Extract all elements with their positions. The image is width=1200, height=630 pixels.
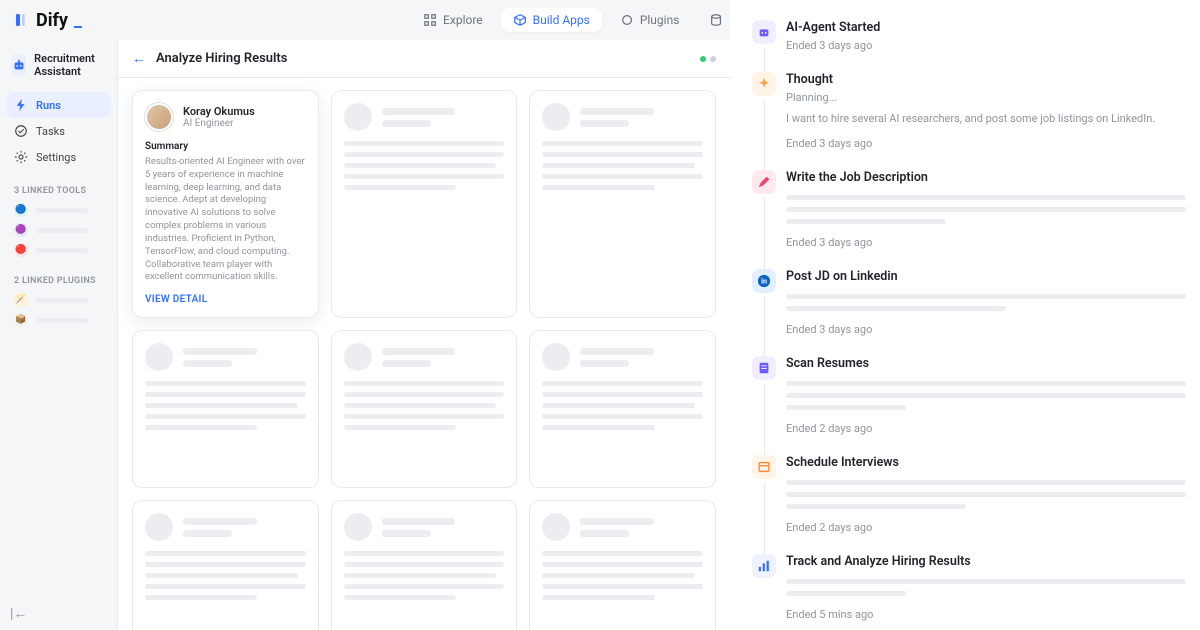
status-indicator (700, 56, 716, 62)
brand-logo[interactable]: Dify_ (14, 10, 82, 31)
linked-plugin-item[interactable]: 📦 (6, 310, 111, 330)
database-icon (709, 13, 723, 27)
nav-explore[interactable]: Explore (411, 8, 495, 32)
sidebar-runs[interactable]: Runs (6, 92, 111, 118)
linked-plugins-header: 2 LINKED PLUGINS (6, 276, 111, 290)
svg-text:in: in (761, 278, 767, 286)
pen-icon (752, 170, 776, 194)
linked-plugin-item[interactable]: 🪄 (6, 290, 111, 310)
timeline-step-schedule[interactable]: Schedule Interviews Ended 2 days ago (750, 455, 1186, 554)
tool-icon: 🟣 (14, 223, 28, 237)
timeline-step-scan-resumes[interactable]: Scan Resumes Ended 2 days ago (750, 356, 1186, 455)
candidate-role: AI Engineer (183, 118, 255, 129)
linkedin-icon: in (752, 269, 776, 293)
timeline-step-track-analyze[interactable]: Track and Analyze Hiring Results Ended 5… (750, 554, 1186, 630)
candidate-placeholder-card (132, 330, 319, 488)
candidate-name: Koray Okumus (183, 105, 255, 118)
candidate-placeholder-card (331, 330, 518, 488)
tool-icon: 🔵 (14, 203, 28, 217)
app-identity[interactable]: Recruitment Assistant (6, 46, 111, 84)
logo-icon (14, 12, 30, 28)
avatar (145, 103, 173, 131)
linked-tool-item[interactable]: 🔵 (6, 200, 111, 220)
app-name: Recruitment Assistant (34, 52, 105, 78)
chart-icon (752, 554, 776, 578)
candidate-placeholder-card (331, 90, 518, 318)
summary-label: Summary (145, 141, 306, 152)
collapse-sidebar-button[interactable]: |← (10, 605, 27, 622)
nav-plugins[interactable]: Plugins (608, 8, 692, 32)
grid-icon (423, 13, 437, 27)
candidate-placeholder-card (529, 500, 716, 630)
cube-icon (513, 13, 527, 27)
plugin-icon: 🪄 (14, 293, 28, 307)
candidate-placeholder-card (529, 330, 716, 488)
plug-icon (620, 13, 634, 27)
back-button[interactable]: ← (132, 50, 146, 67)
document-icon (752, 356, 776, 380)
candidate-placeholder-card (132, 500, 319, 630)
timeline-step-thought[interactable]: Thought Planning... I want to hire sever… (750, 72, 1186, 170)
timeline-step-write-jd[interactable]: Write the Job Description Ended 3 days a… (750, 170, 1186, 269)
robot-icon (752, 20, 776, 44)
candidate-placeholder-card (529, 90, 716, 318)
nav-build-apps[interactable]: Build Apps (501, 8, 602, 32)
plugin-icon: 📦 (14, 313, 28, 327)
brand-name: Dify (36, 10, 68, 31)
page-title: Analyze Hiring Results (156, 51, 287, 66)
gear-icon (14, 150, 28, 164)
sparkle-icon (752, 72, 776, 96)
timeline-step-agent-started[interactable]: AI-Agent Started Ended 3 days ago (750, 20, 1186, 72)
view-detail-link[interactable]: VIEW DETAIL (145, 294, 306, 305)
robot-icon (12, 54, 26, 76)
check-circle-icon (14, 124, 28, 138)
linked-tools-header: 3 LINKED TOOLS (6, 186, 111, 200)
tool-icon: 🔴 (14, 243, 28, 257)
candidate-card[interactable]: Koray Okumus AI Engineer Summary Results… (132, 90, 319, 318)
timeline-step-post-linkedin[interactable]: in Post JD on Linkedin Ended 3 days ago (750, 269, 1186, 356)
calendar-icon (752, 455, 776, 479)
sidebar-settings[interactable]: Settings (6, 144, 111, 170)
sidebar-tasks[interactable]: Tasks (6, 118, 111, 144)
linked-tool-item[interactable]: 🟣 (6, 220, 111, 240)
summary-text: Results-oriented AI Engineer with over 5… (145, 156, 306, 284)
bolt-icon (14, 98, 28, 112)
linked-tool-item[interactable]: 🔴 (6, 240, 111, 260)
candidate-placeholder-card (331, 500, 518, 630)
